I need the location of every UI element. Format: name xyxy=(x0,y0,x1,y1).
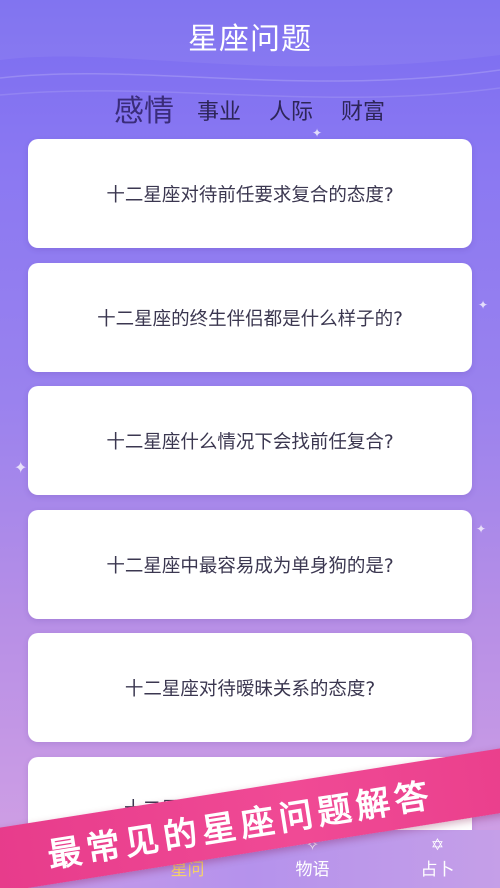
question-text: 十二星座对待前任要求复合的态度? xyxy=(106,184,394,206)
page-title: 星座问题 xyxy=(188,22,312,57)
hexagram-icon: ✡ xyxy=(430,835,445,854)
sparkle-star-decoration: ✦ xyxy=(478,298,489,312)
question-card[interactable]: 十二星座的终生伴侣都是什么样子的? xyxy=(28,263,472,372)
question-text: 十二星座中最容易成为单身狗的是? xyxy=(106,555,394,577)
sparkle-star-decoration: ✦ xyxy=(14,458,28,477)
tabbar-label: 占卜 xyxy=(420,860,455,880)
question-text: 十二星座的终生伴侣都是什么样子的? xyxy=(97,308,403,330)
question-card[interactable]: 十二星座什么情况下会找前任复合? xyxy=(28,386,472,495)
question-card[interactable]: 十二星座对待暧昧关系的态度? xyxy=(28,633,472,742)
tabbar-label: 物语 xyxy=(295,860,330,880)
question-card[interactable]: 十二星座对待前任要求复合的态度? xyxy=(28,139,472,248)
tab-relationships[interactable]: 人际 xyxy=(269,94,313,126)
tabbar-item-divination[interactable]: ✡ 占卜 xyxy=(375,830,500,888)
question-text: 十二星座什么情况下会找前任复合? xyxy=(106,431,394,453)
tab-career[interactable]: 事业 xyxy=(197,94,241,126)
question-text: 十二星座对待暧昧关系的态度? xyxy=(124,678,376,700)
tab-emotion[interactable]: 感情 xyxy=(114,86,174,130)
tab-wealth[interactable]: 财富 xyxy=(341,94,385,126)
question-card[interactable]: 十二星座中最容易成为单身狗的是? xyxy=(28,510,472,619)
sparkle-star-decoration: ✦ xyxy=(476,522,487,536)
category-tabs: 感情 事业 人际 财富 xyxy=(0,84,500,134)
